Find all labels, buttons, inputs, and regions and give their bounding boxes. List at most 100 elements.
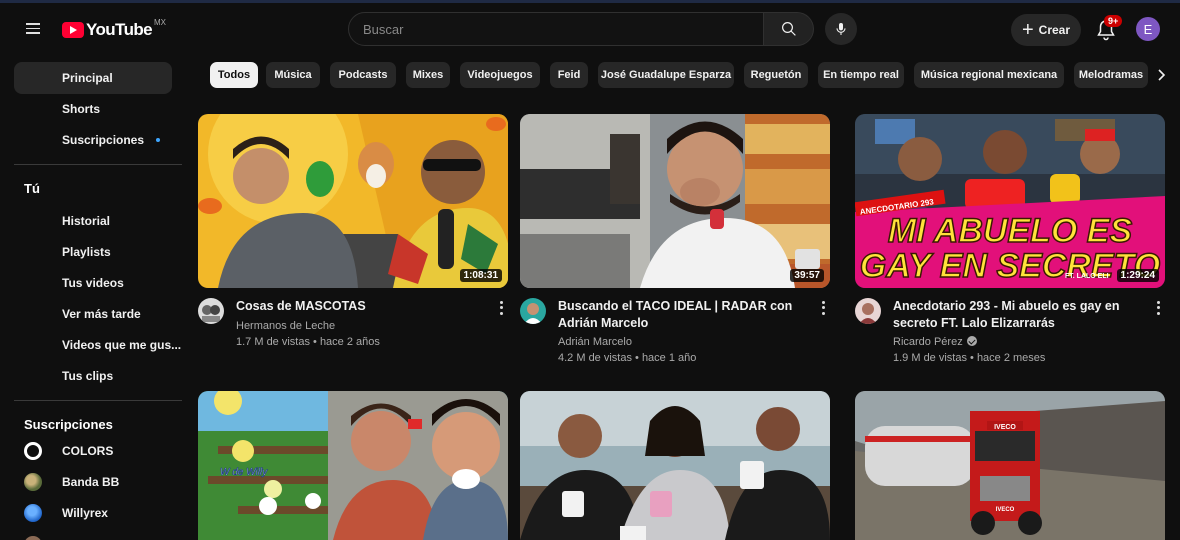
channel-avatar (24, 536, 42, 540)
youtube-logo[interactable]: YouTube MX (62, 18, 166, 40)
sidebar-item-label: Shorts (62, 102, 101, 116)
chip-musica-regional-mexicana[interactable]: Música regional mexicana (914, 62, 1064, 88)
video-card: 39:57 Buscando el TACO IDEAL | RADAR con… (520, 114, 830, 364)
new-content-dot (156, 138, 160, 142)
chip-podcasts[interactable]: Podcasts (330, 62, 396, 88)
adrian-marcelo-avatar (520, 298, 546, 324)
sidebar-heading-subscriptions: Suscripciones (24, 417, 113, 432)
chip-regueton[interactable]: Reguetón (744, 62, 808, 88)
thumbnail-image (520, 114, 830, 288)
thumbnail-image (520, 391, 830, 540)
video-thumbnail[interactable] (520, 391, 830, 540)
video-duration: 1:08:31 (459, 269, 502, 282)
channel-avatar[interactable] (520, 298, 546, 324)
thumb-ft-text: FT. LALO ELI (1065, 273, 1109, 280)
more-actions-icon[interactable] (818, 300, 828, 316)
video-meta: 1.9 M de vistas • hace 2 meses (893, 352, 1046, 364)
search-box (348, 12, 764, 46)
video-thumbnail[interactable]: ANECDOTARIO 293 MI ABUELO ES GAY EN SECR… (855, 114, 1165, 288)
sidebar-divider (14, 400, 182, 401)
video-thumbnail[interactable]: IVECO IVECO (855, 391, 1165, 540)
sidebar-item-historial[interactable]: Historial (14, 205, 172, 237)
sidebar-item-principal[interactable]: Principal (14, 62, 172, 94)
willyrex-avatar (24, 504, 42, 522)
hermanos-de-leche-logo (198, 298, 224, 324)
chip-mixes[interactable]: Mixes (406, 62, 450, 88)
thumbnail-image (198, 114, 508, 288)
sidebar-item-tus-videos[interactable]: Tus videos (14, 267, 172, 299)
sidebar-item-shorts[interactable]: Shorts (14, 93, 172, 125)
colors-ring-icon (24, 442, 42, 460)
chip-feid[interactable]: Feid (550, 62, 588, 88)
video-title[interactable]: Buscando el TACO IDEAL | RADAR con Adriá… (558, 298, 816, 332)
search-input[interactable] (349, 13, 763, 45)
verified-check-icon (966, 336, 977, 346)
thumbnail-image: W de Willy (198, 391, 508, 540)
sidebar-item-label: Banda BB (62, 475, 120, 489)
filter-chips-bar: Todos Música Podcasts Mixes Videojuegos … (210, 62, 1180, 90)
sidebar-item-label: Ver más tarde (62, 307, 141, 321)
video-card: W de Willy (198, 391, 508, 540)
video-title[interactable]: Cosas de MASCOTAS (236, 298, 494, 315)
truck-grille-text: IVECO (996, 507, 1015, 513)
thumb-sign-text: W de Willy (220, 467, 268, 478)
chip-musica[interactable]: Música (266, 62, 320, 88)
sidebar-divider (14, 164, 182, 165)
ricardo-perez-avatar (855, 298, 881, 324)
sidebar-heading-you[interactable]: Tú (24, 181, 40, 196)
video-thumbnail[interactable]: W de Willy (198, 391, 508, 540)
chip-melodramas[interactable]: Melodramas (1074, 62, 1148, 88)
account-avatar[interactable]: E (1136, 17, 1160, 41)
youtube-play-icon (62, 22, 84, 38)
video-title[interactable]: Anecdotario 293 - Mi abuelo es gay en se… (893, 298, 1151, 332)
channel-avatar[interactable] (855, 298, 881, 324)
chips-next-button[interactable] (1152, 63, 1172, 87)
channel-name-text: Ricardo Pérez (893, 336, 963, 348)
sidebar-sub-colors[interactable]: COLORS (14, 435, 172, 467)
sidebar-item-label: Tus videos (62, 276, 124, 290)
sidebar-item-label: Principal (62, 71, 113, 85)
create-button[interactable]: + Crear (1011, 14, 1081, 46)
channel-name[interactable]: Adrián Marcelo (558, 336, 632, 348)
chip-todos[interactable]: Todos (210, 62, 258, 88)
truck-brand-text: IVECO (994, 424, 1016, 431)
chevron-right-icon (1158, 69, 1166, 81)
logo-text: YouTube (86, 20, 153, 39)
sidebar-item-label: Willyrex (62, 506, 108, 520)
thumb-headline-2: GAY EN SECRETO (860, 247, 1160, 285)
plus-icon: + (1021, 19, 1034, 41)
channel-name[interactable]: Hermanos de Leche (236, 320, 335, 332)
hamburger-menu-icon[interactable] (22, 20, 44, 42)
sidebar-item-suscripciones[interactable]: Suscripciones (14, 124, 172, 156)
chip-videojuegos[interactable]: Videojuegos (460, 62, 540, 88)
sidebar-item-label: COLORS (62, 444, 114, 458)
sidebar-sub-banda-bb[interactable]: Banda BB (14, 466, 172, 498)
video-duration: 39:57 (790, 269, 824, 282)
channel-avatar[interactable] (198, 298, 224, 324)
channel-name[interactable]: Ricardo Pérez (893, 336, 977, 348)
thumbnail-image: IVECO IVECO (855, 391, 1165, 540)
more-actions-icon[interactable] (496, 300, 506, 316)
video-card: 1:08:31 Cosas de MASCOTAS Hermanos de Le… (198, 114, 508, 354)
sidebar-item-label: Videos que me gus... (62, 338, 182, 352)
sidebar-item-label: Playlists (62, 245, 111, 259)
chip-en-tiempo-real[interactable]: En tiempo real (818, 62, 904, 88)
sidebar-item-tus-clips[interactable]: Tus clips (14, 360, 172, 392)
search-button[interactable] (764, 12, 814, 46)
sidebar-item-ver-mas-tarde[interactable]: Ver más tarde (14, 298, 172, 330)
video-meta: 1.7 M de vistas • hace 2 años (236, 336, 380, 348)
microphone-icon (836, 23, 846, 35)
notifications-badge: 9+ (1104, 15, 1123, 27)
more-actions-icon[interactable] (1153, 300, 1163, 316)
sidebar-item-playlists[interactable]: Playlists (14, 236, 172, 268)
video-thumbnail[interactable]: 39:57 (520, 114, 830, 288)
sidebar-sub-partial[interactable] (14, 529, 172, 540)
voice-search-button[interactable] (825, 13, 857, 45)
thumb-headline-1: MI ABUELO ES (888, 212, 1133, 250)
video-card: IVECO IVECO (855, 391, 1165, 540)
sidebar-item-videos-que-me-gustan[interactable]: Videos que me gus... (14, 329, 181, 361)
chip-jose-guadalupe-esparza[interactable]: José Guadalupe Esparza (598, 62, 734, 88)
video-thumbnail[interactable]: 1:08:31 (198, 114, 508, 288)
create-label: Crear (1038, 23, 1071, 37)
sidebar-sub-willyrex[interactable]: Willyrex (14, 497, 172, 529)
